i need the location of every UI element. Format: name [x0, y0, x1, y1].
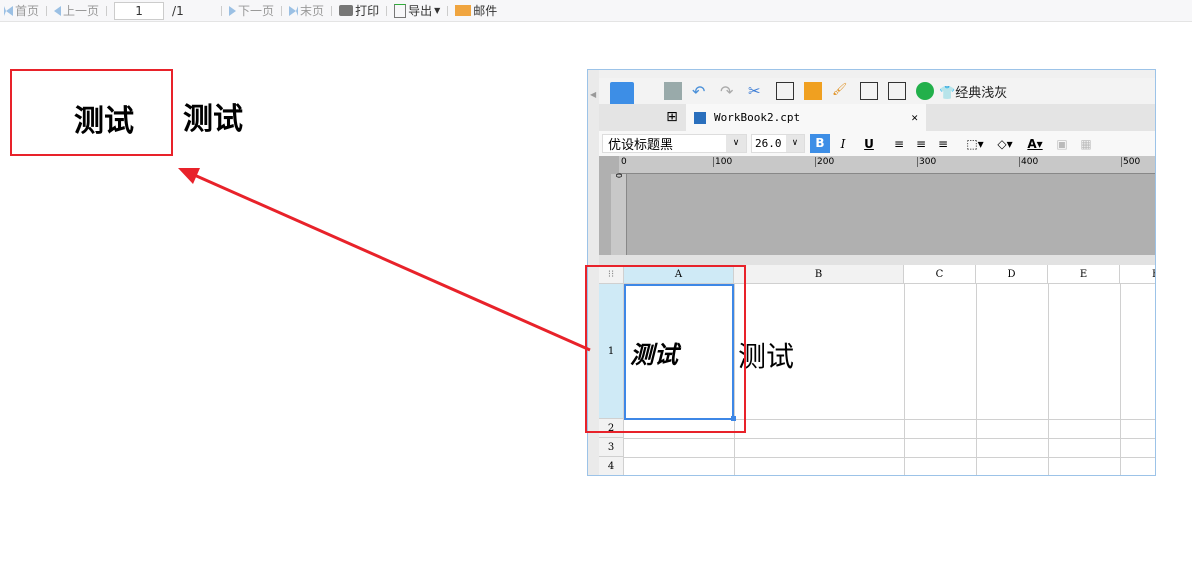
annotation-arrow: [178, 168, 591, 352]
arrow-line: [191, 172, 591, 352]
